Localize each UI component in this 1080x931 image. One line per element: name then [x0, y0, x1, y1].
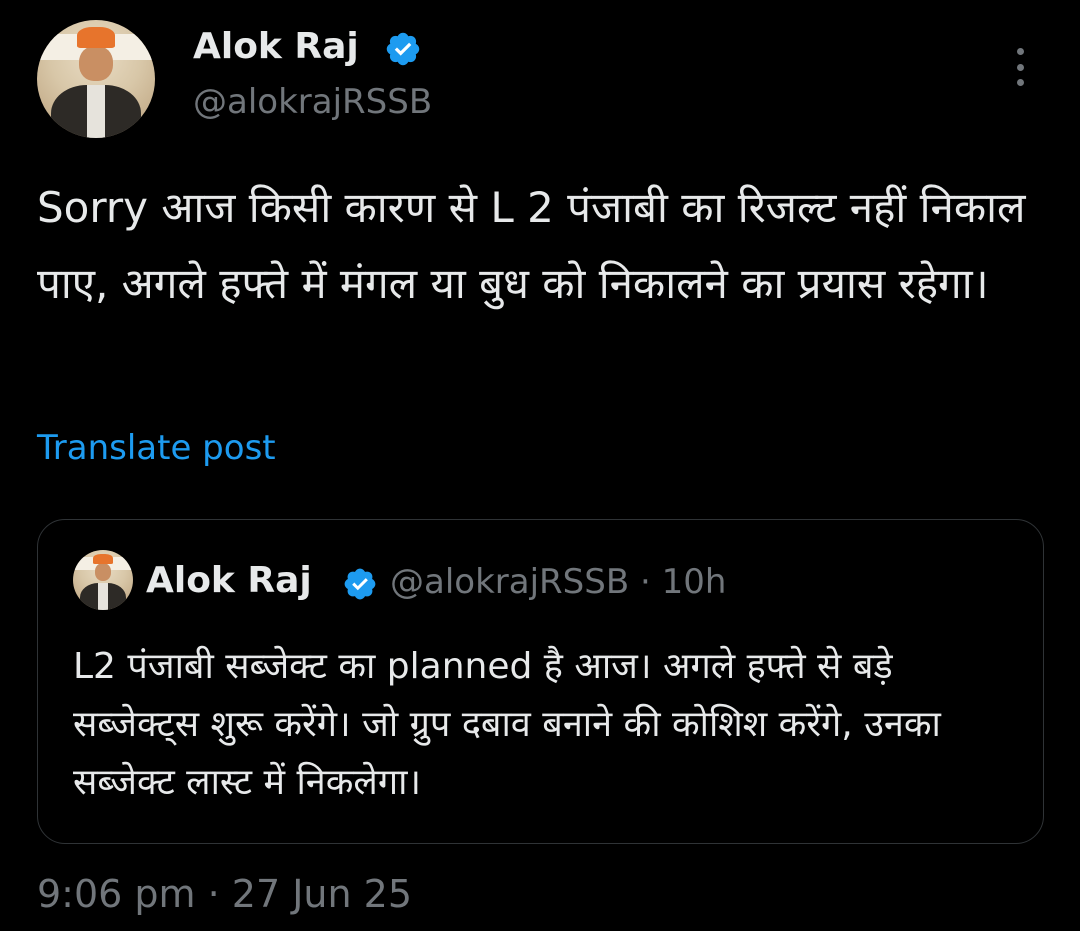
quoted-handle-time: @alokrajRSSB · 10h — [390, 562, 727, 602]
more-options-icon-dot — [1016, 63, 1024, 71]
verified-badge-icon — [386, 32, 420, 66]
translate-post-link[interactable]: Translate post — [37, 428, 276, 468]
verified-badge-icon — [344, 568, 376, 600]
more-options-icon-dot — [1016, 79, 1024, 86]
author-handle[interactable]: @alokrajRSSB — [193, 82, 432, 122]
more-options-icon — [1016, 48, 1024, 55]
post-text: Sorry आज किसी कारण से L 2 पंजाबी का रिजल… — [37, 183, 1026, 308]
more-options-button[interactable] — [1004, 44, 1036, 90]
quoted-author-avatar — [73, 550, 133, 610]
quoted-author-name: Alok Raj — [146, 560, 312, 601]
quoted-post-text: L2 पंजाबी सब्जेक्ट का planned है आज। अगल… — [73, 646, 941, 803]
post-timestamp[interactable]: 9:06 pm · 27 Jun 25 — [37, 872, 412, 916]
author-avatar[interactable] — [37, 20, 155, 138]
author-name[interactable]: Alok Raj — [193, 26, 359, 67]
quoted-post-card[interactable]: Alok Raj @alokrajRSSB · 10h L2 पंजाबी सब… — [37, 519, 1044, 844]
